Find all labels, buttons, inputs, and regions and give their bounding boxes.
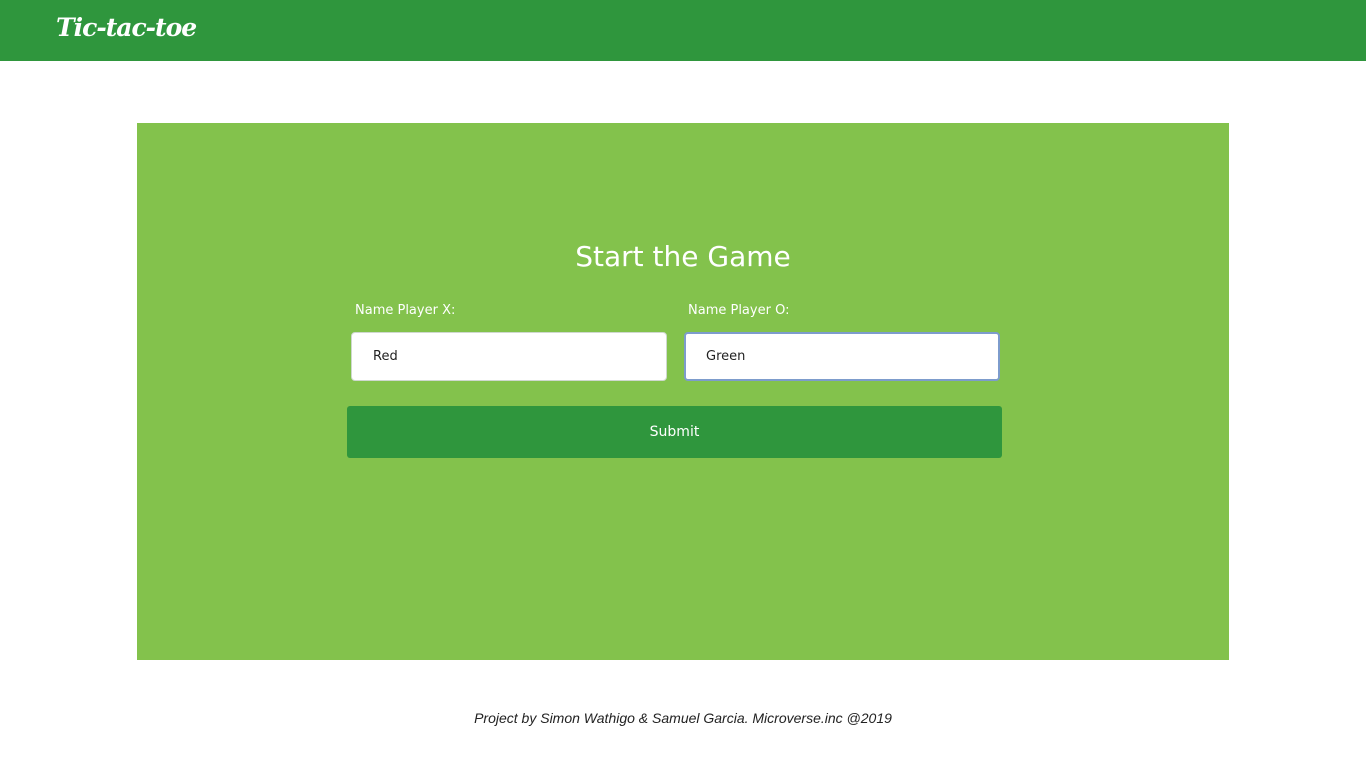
player-o-label: Name Player O: <box>688 303 790 318</box>
footer-credit: Project by Simon Wathigo & Samuel Garcia… <box>474 710 892 726</box>
player-x-name-input[interactable] <box>351 332 667 381</box>
game-start-panel: Start the Game Name Player X: Name Playe… <box>137 123 1229 660</box>
player-x-label: Name Player X: <box>355 303 456 318</box>
player-o-name-input[interactable] <box>684 332 1000 381</box>
submit-button[interactable]: Submit <box>347 406 1002 458</box>
top-navbar: Tic-tac-toe <box>0 0 1366 61</box>
brand-logo-link[interactable]: Tic-tac-toe <box>56 13 197 42</box>
start-game-heading: Start the Game <box>575 240 791 273</box>
